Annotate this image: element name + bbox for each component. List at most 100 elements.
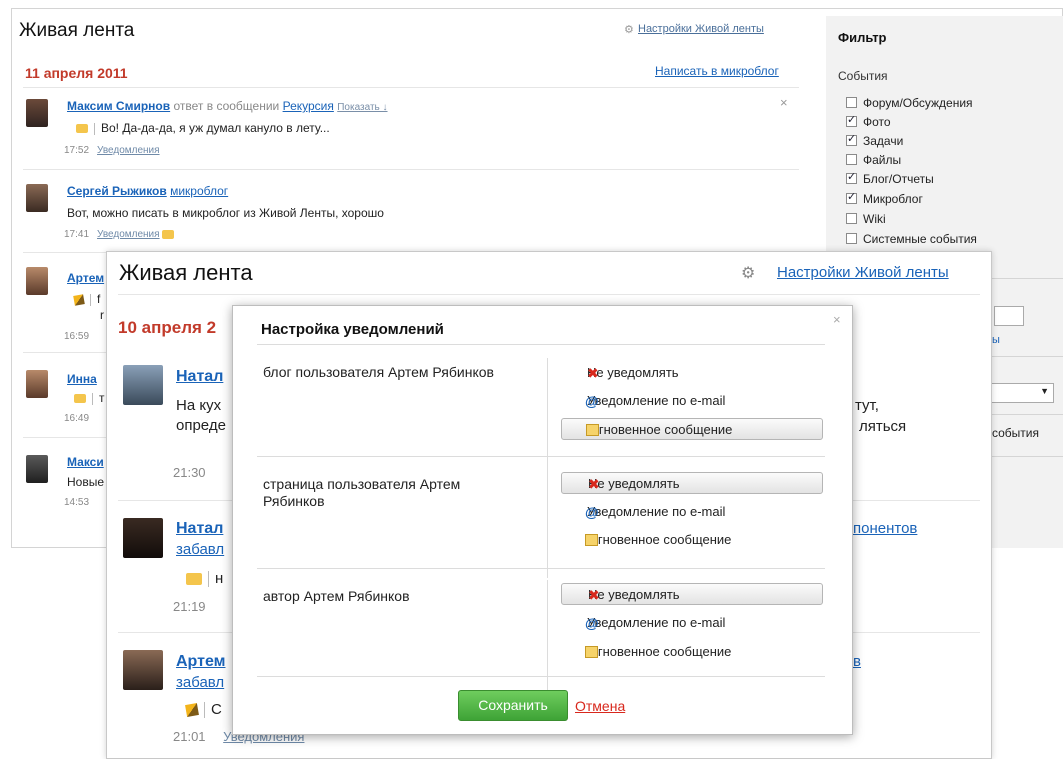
save-button[interactable]: Сохранить (458, 690, 568, 721)
entry-link[interactable]: забавл (176, 674, 224, 691)
write-microblog-link[interactable]: Написать в микроблог (655, 64, 779, 78)
author-link[interactable]: Сергей Рыжиков (67, 184, 167, 198)
filter-checkbox-row[interactable]: Wiki (846, 212, 886, 226)
date-header: 11 апреля 2011 (25, 65, 128, 81)
avatar[interactable] (123, 518, 163, 558)
comment-icon (74, 394, 86, 404)
timestamp: 17:52 (64, 145, 90, 156)
entry-footer: 17:52 Уведомления (64, 145, 160, 156)
author-link[interactable]: Натал (176, 520, 223, 538)
opt-no-notify[interactable]: ✖ Не уведомлять (561, 472, 823, 494)
entry-text-line: ляться (859, 418, 907, 435)
opt-instant-message[interactable]: Мгновенное сообщение (561, 418, 823, 440)
filter-checkbox-row[interactable]: Форум/Обсуждения (846, 96, 973, 110)
filter-input[interactable] (994, 306, 1024, 326)
message-icon (161, 229, 174, 239)
close-icon[interactable]: × (833, 312, 841, 327)
notify-source-label: блог пользователя Артем Рябинков (263, 364, 494, 380)
checkbox[interactable] (846, 190, 857, 204)
cancel-link[interactable]: Отмена (575, 698, 625, 714)
comment-icon (186, 573, 202, 586)
avatar[interactable] (26, 267, 48, 295)
notification-settings-dialog: Настройка уведомлений × блог пользовател… (232, 305, 853, 735)
target-link[interactable]: Рекурсия (283, 99, 334, 113)
entry-link[interactable]: забавл (176, 541, 224, 558)
checkbox[interactable] (846, 113, 857, 127)
entry-link[interactable]: в (853, 653, 861, 670)
comment: С (185, 701, 222, 719)
page-title: Живая лента (119, 260, 253, 285)
opt-instant-message[interactable]: Мгновенное сообщение (561, 641, 823, 663)
timestamp: 21:30 (173, 465, 206, 480)
avatar[interactable] (123, 650, 163, 690)
author-link[interactable]: Инна (67, 372, 97, 386)
checkbox-label: Блог/Отчеты (863, 172, 934, 186)
author-link[interactable]: Макси (67, 455, 104, 469)
entry-header: Сергей Рыжиков микроблог (67, 184, 228, 198)
avatar[interactable] (26, 370, 48, 398)
filter-checkbox-row[interactable]: Задачи (846, 132, 904, 148)
pencil-icon (73, 294, 85, 306)
at-icon: @ (585, 393, 599, 409)
avatar[interactable] (26, 455, 48, 483)
cross-icon: ✖ (588, 476, 600, 492)
opt-email[interactable]: @ Уведомление по e-mail (561, 612, 823, 634)
filter-checkbox-row[interactable]: Блог/Отчеты (846, 170, 934, 186)
filter-checkbox-row[interactable]: Фото (846, 113, 891, 129)
comment: Во! Да-да-да, я уж думал кануло в лету..… (76, 121, 330, 135)
gear-icon[interactable]: ⚙ (741, 263, 755, 283)
comment-text: Во! Да-да-да, я уж думал кануло в лету..… (101, 121, 330, 135)
notify-source-label: страница пользователя Артем Рябинков (263, 476, 461, 509)
close-icon[interactable]: × (780, 95, 788, 110)
author-link[interactable]: Артем (67, 271, 104, 285)
gear-icon[interactable]: ⚙ (624, 23, 634, 36)
notify-source-label: автор Артем Рябинков (263, 588, 410, 604)
feed-settings-link[interactable]: Настройки Живой ленты (777, 264, 949, 281)
checkbox[interactable] (846, 154, 857, 165)
avatar[interactable] (26, 99, 48, 127)
opt-email[interactable]: @ Уведомление по e-mail (561, 390, 823, 412)
checkbox-label: Фото (863, 115, 891, 129)
entry-footer: 17:41 Уведомления (64, 229, 180, 240)
show-link[interactable]: Показать ↓ (337, 102, 387, 113)
avatar[interactable] (26, 184, 48, 212)
timestamp: 16:49 (64, 413, 90, 424)
cross-icon: ✖ (587, 365, 599, 381)
filter-link[interactable]: ы (992, 334, 1000, 346)
avatar[interactable] (123, 365, 163, 405)
comment: т (74, 391, 105, 405)
opt-no-notify[interactable]: ✖ Не уведомлять (561, 362, 823, 384)
checkbox[interactable] (846, 233, 857, 244)
entry-header: Максим Смирнов ответ в сообщении Рекурси… (67, 99, 388, 113)
author-link[interactable]: Натал (176, 368, 223, 386)
events-section-label: События (838, 69, 888, 83)
checkbox[interactable] (846, 97, 857, 108)
filter-select[interactable]: ▼ (990, 383, 1054, 403)
entry-text-line: На кух (176, 397, 222, 414)
entry-text: f (73, 292, 100, 306)
timestamp: 17:41 (64, 229, 90, 240)
notifications-link[interactable]: Уведомления (97, 229, 160, 240)
opt-email[interactable]: @ Уведомление по e-mail (561, 501, 823, 523)
comment-icon (76, 124, 88, 134)
filter-title: Фильтр (838, 30, 887, 45)
microblog-link[interactable]: микроблог (170, 184, 228, 198)
pencil-icon (185, 703, 199, 717)
filter-checkbox-row[interactable]: Файлы (846, 153, 901, 167)
opt-no-notify[interactable]: ✖ Не уведомлять (561, 583, 823, 605)
page-title: Живая лента (19, 20, 135, 41)
opt-instant-message[interactable]: Мгновенное сообщение (561, 529, 823, 551)
checkbox-label: Задачи (863, 134, 904, 148)
author-link[interactable]: Артем (176, 653, 225, 671)
filter-checkbox-row[interactable]: Системные события (846, 232, 977, 246)
entry-link[interactable]: понентов (853, 520, 917, 537)
checkbox[interactable] (846, 170, 857, 184)
entry-action: ответ в сообщении (173, 99, 280, 113)
author-link[interactable]: Максим Смирнов (67, 99, 170, 113)
checkbox[interactable] (846, 132, 857, 146)
date-header: 10 апреля 2 (118, 318, 217, 337)
notifications-link[interactable]: Уведомления (97, 145, 160, 156)
filter-checkbox-row[interactable]: Микроблог (846, 190, 923, 206)
checkbox[interactable] (846, 213, 857, 224)
feed-settings-link[interactable]: Настройки Живой ленты (638, 23, 764, 35)
